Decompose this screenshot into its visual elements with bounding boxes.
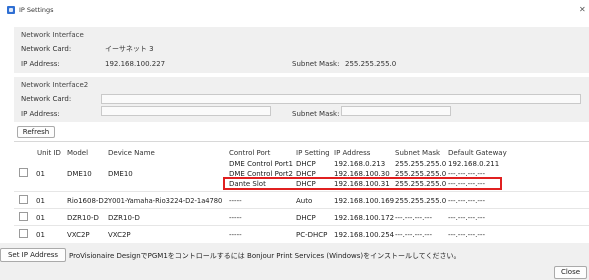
cell-ip-setting: DHCP — [296, 160, 316, 168]
dante-slot-highlight — [223, 177, 502, 190]
cell-ip-address: 192.168.100.172 — [334, 214, 395, 222]
cell-gateway: ---.---.---.--- — [448, 231, 485, 239]
bonjour-note: ProVisionaire DesignでPGM1をコントロールするには Bon… — [69, 252, 461, 260]
close-icon[interactable]: ✕ — [579, 5, 586, 14]
cell-ip-setting: DHCP — [296, 214, 316, 222]
col-unit-id: Unit ID — [37, 149, 61, 157]
ip-address-value: 192.168.100.227 — [105, 60, 166, 68]
cell-unit-id: 01 — [36, 197, 45, 205]
refresh-button[interactable]: Refresh — [17, 126, 55, 138]
row-checkbox[interactable] — [19, 212, 28, 221]
row-divider — [14, 225, 589, 226]
cell-model: Rio1608-D2 — [67, 197, 109, 205]
cell-control-port: ----- — [229, 231, 242, 239]
app-icon — [7, 6, 15, 14]
cell-unit-id: 01 — [36, 170, 45, 178]
subnet-mask-value: 255.255.255.0 — [345, 60, 397, 68]
window-title: IP Settings — [19, 6, 54, 14]
cell-control-port: ----- — [229, 214, 242, 222]
cell-subnet-mask: 255.255.255.0 — [395, 197, 447, 205]
cell-gateway: 192.168.0.211 — [448, 160, 500, 168]
cell-unit-id: 01 — [36, 214, 45, 222]
col-default-gateway: Default Gateway — [448, 149, 507, 157]
row-divider — [14, 191, 589, 192]
col-ip-setting: IP Setting — [296, 149, 330, 157]
row-checkbox[interactable] — [19, 229, 28, 238]
footer — [0, 243, 589, 280]
cell-gateway: ---.---.---.--- — [448, 197, 485, 205]
subnet-mask-label: Subnet Mask: — [292, 60, 340, 68]
cell-unit-id: 01 — [36, 231, 45, 239]
device-table: Unit ID Model Device Name Control Port I… — [14, 141, 589, 244]
col-device-name: Device Name — [108, 149, 155, 157]
network-card2-label: Network Card: — [21, 95, 72, 103]
cell-device-name: DME10 — [108, 170, 133, 178]
cell-ip-address: 192.168.100.169 — [334, 197, 395, 205]
cell-ip-setting: Auto — [296, 197, 313, 205]
col-control-port: Control Port — [229, 149, 271, 157]
row-divider — [14, 208, 589, 209]
ip-address-label: IP Address: — [21, 60, 60, 68]
col-subnet-mask: Subnet Mask — [395, 149, 441, 157]
subnet-mask-field: 255.255.255.0 — [341, 59, 451, 69]
network-interface-title: Network Interface — [21, 31, 84, 39]
network-interface2-title: Network Interface2 — [21, 81, 89, 89]
network-card2-field — [101, 94, 581, 104]
set-ip-address-button[interactable]: Set IP Address — [0, 248, 66, 262]
network-card-label: Network Card: — [21, 45, 72, 53]
cell-ip-address: 192.168.0.213 — [334, 160, 386, 168]
col-ip-address: IP Address — [334, 149, 371, 157]
ip-address2-field — [101, 106, 271, 116]
cell-subnet-mask: ---.---.---.--- — [395, 231, 432, 239]
cell-model: DZR10-D — [67, 214, 99, 222]
cell-device-name: Y001-Yamaha-Rio3224-D2-1a4780 — [108, 197, 223, 205]
title-bar: IP Settings ✕ — [0, 0, 589, 20]
close-button[interactable]: Close — [554, 266, 587, 279]
subnet-mask2-field — [341, 106, 451, 116]
col-model: Model — [67, 149, 89, 157]
cell-ip-setting: PC-DHCP — [296, 231, 328, 239]
cell-subnet-mask: ---.---.---.--- — [395, 214, 432, 222]
cell-control-port: DME Control Port1 — [229, 160, 293, 168]
cell-model: DME10 — [67, 170, 92, 178]
ip-address2-label: IP Address: — [21, 110, 60, 118]
network-card-field: イーサネット 3 — [101, 44, 271, 54]
subnet-mask2-label: Subnet Mask: — [292, 110, 340, 118]
network-card-value: イーサネット 3 — [105, 45, 154, 53]
cell-control-port: ----- — [229, 197, 242, 205]
row-checkbox[interactable] — [19, 195, 28, 204]
cell-device-name: VXC2P — [108, 231, 131, 239]
cell-ip-address: 192.168.100.254 — [334, 231, 395, 239]
row-checkbox[interactable] — [19, 168, 28, 177]
cell-subnet-mask: 255.255.255.0 — [395, 160, 447, 168]
cell-gateway: ---.---.---.--- — [448, 214, 485, 222]
ip-address-field: 192.168.100.227 — [101, 59, 271, 69]
cell-device-name: DZR10-D — [108, 214, 140, 222]
cell-model: VXC2P — [67, 231, 90, 239]
